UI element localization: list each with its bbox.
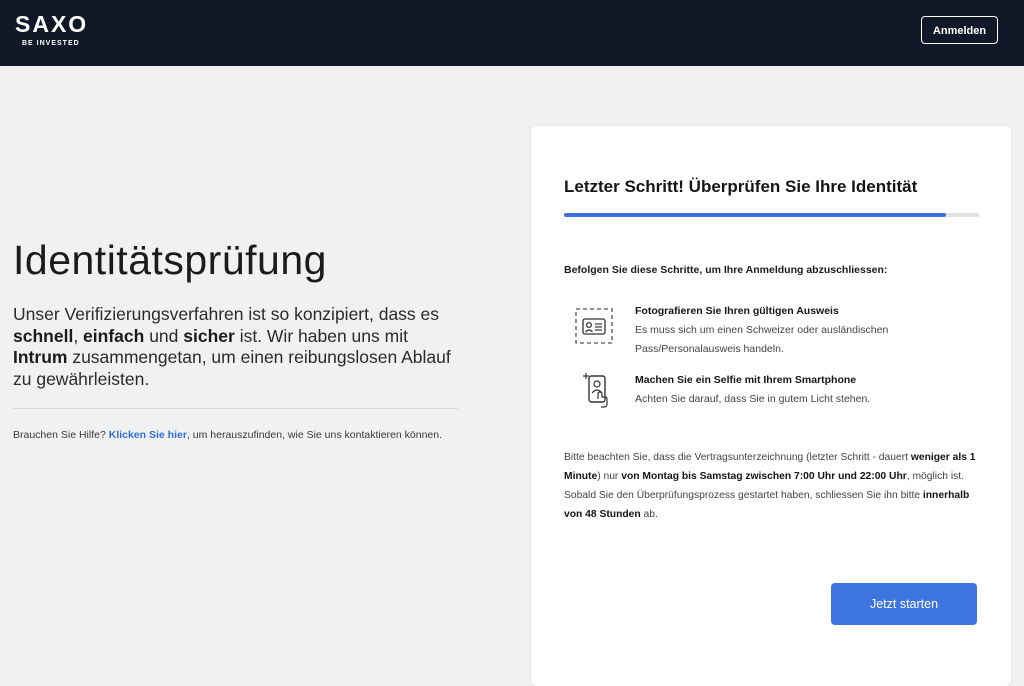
id-card-icon (574, 306, 614, 346)
step-text: Machen Sie ein Selfie mit Ihrem Smartpho… (635, 371, 870, 409)
intro-text: und (144, 325, 184, 346)
progress-fill (564, 213, 946, 217)
notice-text: ab. (640, 509, 658, 520)
contact-help-link[interactable]: Klicken Sie hier (109, 429, 187, 441)
step-title: Fotografieren Sie Ihren gültigen Ausweis (635, 305, 839, 317)
card-title: Letzter Schritt! Überprüfen Sie Ihre Ide… (564, 177, 918, 196)
start-button[interactable]: Jetzt starten (831, 583, 977, 625)
help-prefix: Brauchen Sie Hilfe? (13, 429, 109, 441)
intro-bold-partner: Intrum (13, 347, 68, 367)
intro-bold-secure: sicher (183, 325, 235, 346)
selfie-phone-icon (574, 371, 614, 411)
step-title: Machen Sie ein Selfie mit Ihrem Smartpho… (635, 374, 857, 386)
top-navigation-bar: SAXO BE INVESTED Anmelden (0, 0, 1024, 66)
step-description: Es muss sich um einen Schweizer oder aus… (635, 324, 889, 336)
intro-bold-easy: einfach (83, 325, 145, 346)
intro-text: ist. Wir haben uns mit (234, 325, 408, 346)
verification-card: Letzter Schritt! Überprüfen Sie Ihre Ide… (531, 126, 1011, 686)
progress-bar (564, 213, 979, 217)
intro-section: Identitätsprüfung Unser Verifizierungsve… (13, 230, 458, 442)
notice-text: Bitte beachten Sie, dass die Vertragsunt… (564, 452, 911, 463)
logo-text: SAXO (15, 11, 89, 37)
intro-text: Unser Verifizierungsverfahren ist so kon… (13, 304, 440, 324)
logo-tagline: BE INVESTED (22, 40, 80, 47)
notice-text: ) nur (597, 471, 622, 482)
help-text: Brauchen Sie Hilfe? Klicken Sie hier, um… (13, 429, 458, 442)
intro-bold-fast: schnell (13, 325, 74, 346)
help-suffix: , um herauszufinden, wie Sie uns kontakt… (186, 429, 443, 441)
steps-intro: Befolgen Sie diese Schritte, um Ihre Anm… (564, 264, 888, 276)
login-button[interactable]: Anmelden (921, 16, 998, 44)
scheduling-notice: Bitte beachten Sie, dass die Vertragsunt… (564, 448, 982, 524)
divider (13, 408, 458, 409)
intro-text: zusammengetan, um einen reibungslosen Ab… (13, 347, 451, 389)
step-description: Achten Sie darauf, dass Sie in gutem Lic… (635, 393, 871, 405)
saxo-logo[interactable]: SAXO BE INVESTED (15, 12, 88, 47)
notice-bold-hours: von Montag bis Samstag zwischen 7:00 Uhr… (621, 471, 907, 482)
step-description: Pass/Personalausweis handeln. (635, 343, 784, 355)
intro-paragraph: Unser Verifizierungsverfahren ist so kon… (13, 304, 458, 390)
intro-text: , (73, 325, 84, 346)
step-text: Fotografieren Sie Ihren gültigen Ausweis… (635, 302, 888, 359)
page-title: Identitätsprüfung (13, 237, 327, 283)
